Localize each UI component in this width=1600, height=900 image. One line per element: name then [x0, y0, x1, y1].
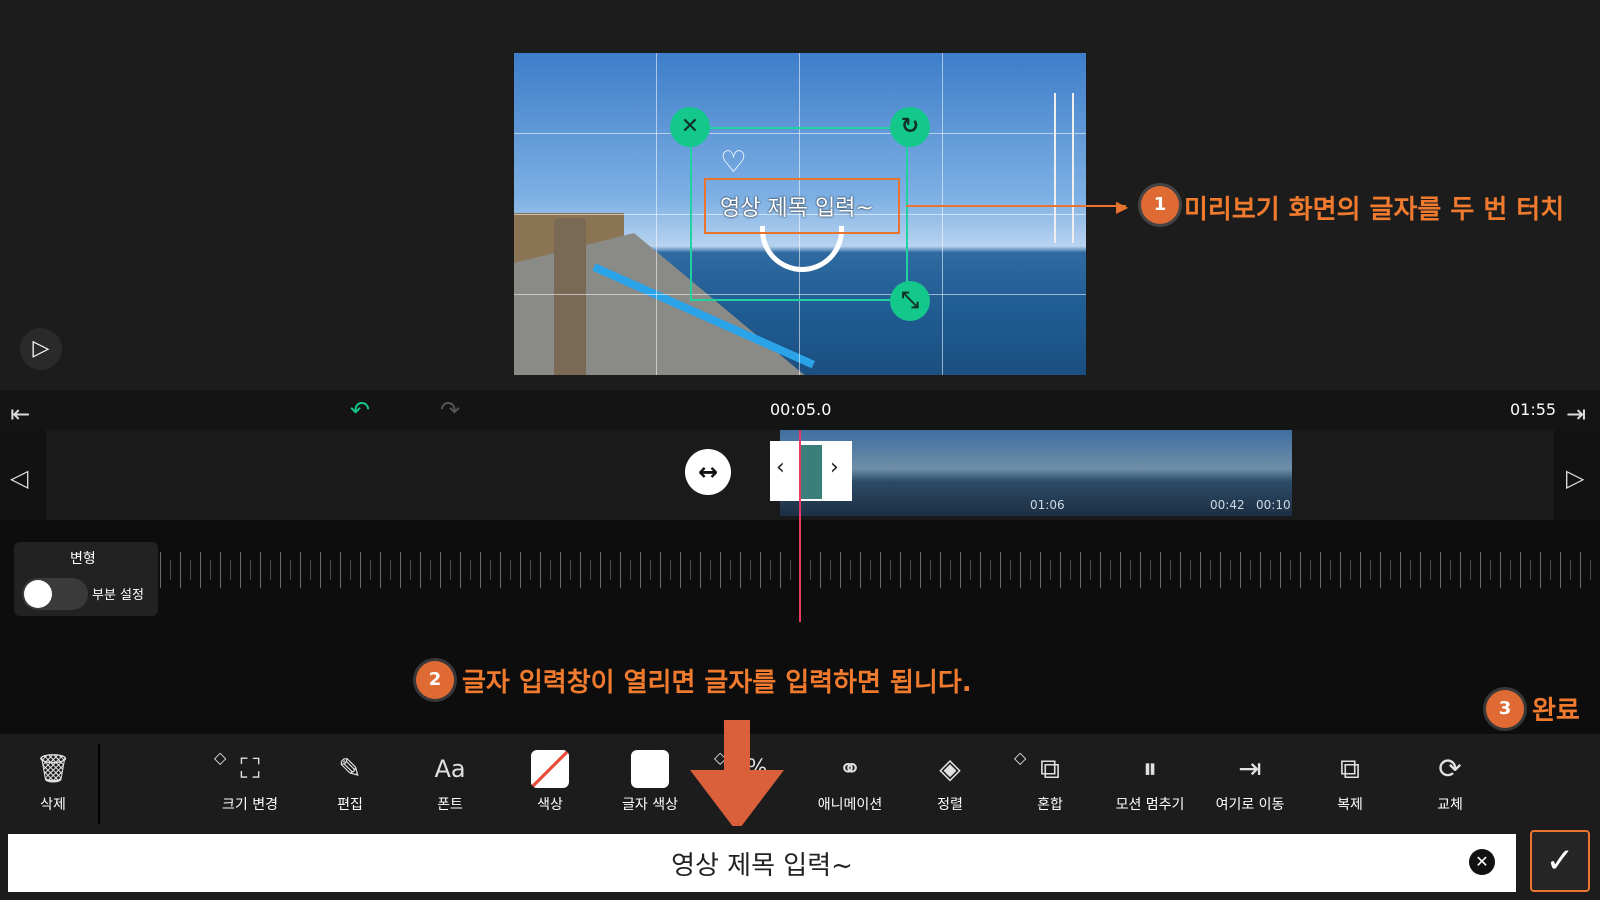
prev-frame-icon[interactable]: ◁: [10, 464, 28, 492]
text-color-label: 글자 색상: [622, 797, 678, 813]
move-here-button[interactable]: ⇥ 여기로 이동: [1200, 744, 1300, 836]
arrow-right-icon: ▶: [1116, 197, 1129, 216]
pencil-icon: ✎: [338, 752, 362, 785]
duplicate-button[interactable]: ⧉ 복제: [1300, 744, 1400, 836]
clip-duration: 00:42: [1210, 498, 1245, 512]
font-button[interactable]: Aa 폰트: [400, 744, 500, 836]
text-color-swatch-wrap: [600, 744, 700, 794]
pause-icon: ⏸: [1142, 752, 1157, 785]
step1-callout: 미리보기 화면의 글자를 두 번 터치: [1184, 195, 1565, 225]
edit-label: 편집: [337, 797, 363, 813]
white-swatch: [631, 750, 669, 788]
transform-title: 변형: [70, 551, 96, 567]
color-label: 색상: [537, 797, 563, 813]
align-button[interactable]: ◈ 정렬: [900, 744, 1000, 836]
step-badge-2: 2: [416, 661, 454, 699]
color-swatch-wrap: [500, 744, 600, 794]
align-label: 정렬: [937, 797, 963, 813]
trim-selection: [800, 445, 822, 499]
rotate-icon[interactable]: ↻: [890, 107, 930, 147]
play-icon[interactable]: ▷: [20, 328, 62, 370]
layers-icon: ◈: [939, 752, 961, 785]
heart-sticker: ♡: [720, 145, 747, 180]
done-button[interactable]: ✓: [1530, 830, 1590, 892]
callout-line: [906, 205, 1126, 207]
step-badge-3: 3: [1486, 690, 1524, 728]
title-text-input[interactable]: [8, 834, 1516, 892]
replace-icon: ⟳: [1438, 752, 1462, 785]
animation-label: 애니메이션: [817, 797, 883, 813]
animation-button[interactable]: ⚭ 애니메이션: [800, 744, 900, 836]
keyframe-diamond-icon: ◇: [1014, 748, 1027, 767]
clip-duration: 01:06: [1030, 498, 1065, 512]
no-color-swatch: [531, 750, 569, 788]
current-time: 00:05.0: [770, 400, 832, 419]
move-here-icon: ⇥: [1238, 752, 1262, 785]
animation-icon: ⚭: [838, 752, 862, 785]
freeze-motion-button[interactable]: ⏸ 모션 멈추기: [1100, 744, 1200, 836]
playhead[interactable]: [799, 430, 801, 622]
move-here-label: 여기로 이동: [1215, 797, 1285, 813]
close-icon[interactable]: ✕: [670, 107, 710, 147]
total-time: 01:55: [1510, 400, 1557, 419]
scene-post: [554, 218, 586, 375]
font-label: 폰트: [437, 797, 463, 813]
step2-callout: 글자 입력창이 열리면 글자를 입력하면 됩니다.: [462, 668, 972, 698]
clear-icon[interactable]: ✕: [1469, 849, 1495, 875]
arrow-down-icon: [690, 770, 784, 832]
step-badge-1: 1: [1141, 186, 1179, 224]
scene-pylon: [1054, 93, 1074, 243]
step3-callout: 완료: [1532, 696, 1580, 726]
skip-start-icon[interactable]: ⇤: [10, 400, 30, 428]
text-color-button[interactable]: 글자 색상: [600, 744, 700, 836]
swap-icon[interactable]: ↔: [685, 449, 731, 495]
edit-button[interactable]: ✎ 편집: [300, 744, 400, 836]
partial-label: 부분 설정: [92, 588, 144, 603]
blend-label: 혼합: [1037, 797, 1063, 813]
keyframe-diamond-icon: ◇: [214, 748, 227, 767]
toggle-knob[interactable]: [24, 580, 52, 608]
replace-label: 교체: [1437, 797, 1463, 813]
redo-icon[interactable]: ↷: [440, 396, 460, 424]
replace-button[interactable]: ⟳ 교체: [1400, 744, 1500, 836]
freeze-motion-label: 모션 멈추기: [1115, 797, 1185, 813]
undo-icon[interactable]: ↶: [350, 396, 370, 424]
keyframe-subticks: [170, 560, 1600, 580]
duplicate-icon: ⧉: [1340, 752, 1360, 785]
next-frame-icon[interactable]: ▷: [1566, 464, 1584, 492]
delete-label: 삭제: [40, 797, 66, 813]
checkmark-icon: ✓: [1545, 841, 1575, 881]
color-button[interactable]: 색상: [500, 744, 600, 836]
resize-icon[interactable]: ⤡: [890, 281, 930, 321]
duplicate-label: 복제: [1337, 797, 1363, 813]
chevron-left-icon[interactable]: ‹: [776, 455, 785, 480]
resize-label: 크기 변경: [222, 797, 278, 813]
chevron-right-icon[interactable]: ›: [830, 455, 839, 480]
delete-button[interactable]: 🗑 삭제: [3, 744, 103, 836]
overlay-text[interactable]: 영상 제목 입력~: [720, 190, 874, 222]
trash-icon: 🗑: [35, 752, 71, 785]
font-icon: Aa: [434, 755, 466, 783]
clip-duration: 00:10: [1256, 498, 1291, 512]
skip-end-icon[interactable]: ⇥: [1566, 400, 1586, 428]
